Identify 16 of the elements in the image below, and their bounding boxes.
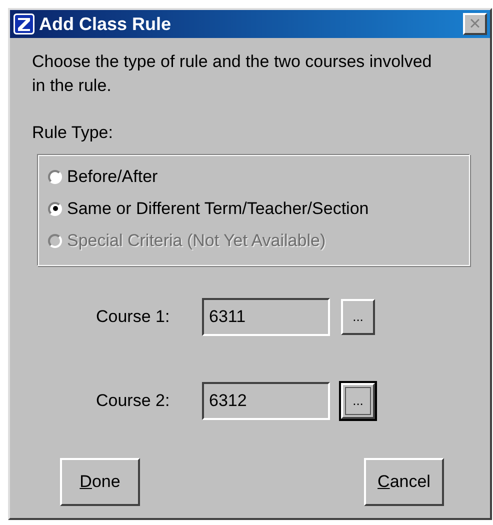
done-button[interactable]: Done [60,458,140,506]
browse-button[interactable]: ... [341,298,375,334]
course-field[interactable]: 6311 [202,298,330,336]
radio-button[interactable] [48,202,62,216]
instruction-text: Choose the type of rule and the two courses involved in the rule. [32,51,432,97]
z-logo-icon [13,13,35,35]
course-label: Course 1: [96,306,171,328]
radio-label[interactable]: Before/After [67,164,158,190]
cancel-button[interactable]: Cancel [364,458,444,506]
rule-type-label: Rule Type: [32,122,114,144]
radio-label[interactable]: Same or Different Term/Teacher/Section [67,196,369,222]
window-title: Add Class Rule [39,12,172,36]
course-field[interactable]: 6312 [202,382,330,420]
course-label: Course 2: [96,390,171,412]
browse-button[interactable]: ... [341,382,375,418]
radio-button[interactable] [48,170,62,184]
